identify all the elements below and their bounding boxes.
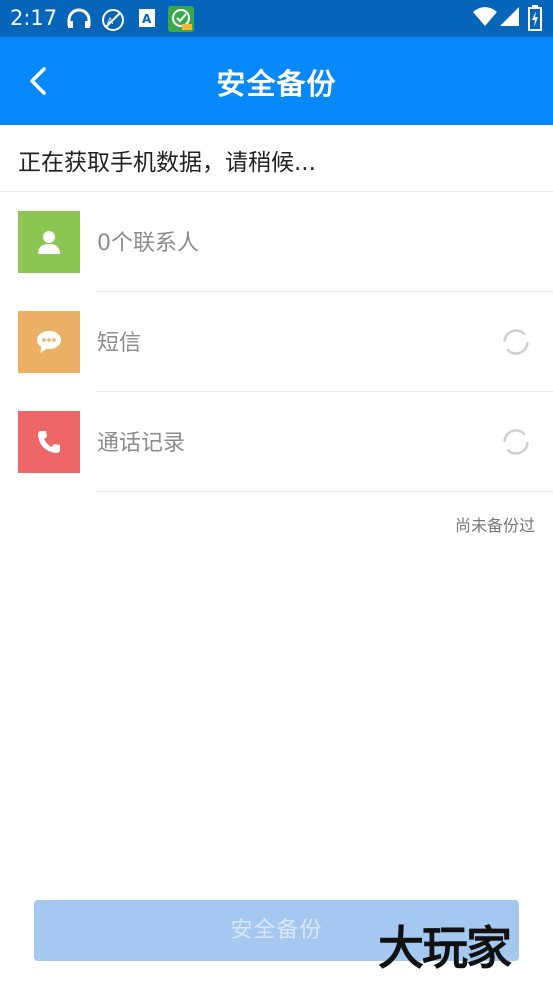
svg-text:A: A — [142, 12, 152, 26]
watermark-text: 大玩家 — [378, 921, 512, 975]
loading-message: 正在获取手机数据，请稍候... — [18, 150, 316, 176]
font-a-icon: A — [139, 9, 155, 27]
contacts-tile — [18, 211, 80, 273]
phone-icon — [38, 431, 60, 453]
svg-text:A: A — [107, 17, 114, 27]
list-item-contacts[interactable]: 0个联系人 — [0, 192, 553, 292]
headset-icon — [67, 8, 91, 28]
page-title: 安全备份 — [216, 67, 337, 101]
sms-label: 短信 — [97, 331, 142, 356]
call-log-tile — [18, 411, 80, 473]
sms-tile — [18, 311, 80, 373]
list-item-call-log[interactable]: 通话记录 — [0, 392, 553, 492]
loading-spinner-icon — [503, 429, 529, 455]
app-badge-icon — [168, 6, 194, 32]
no-sync-icon: A — [102, 9, 124, 31]
contacts-label: 0个联系人 — [97, 231, 199, 256]
wifi-icon — [473, 7, 497, 26]
battery-charging-icon — [528, 5, 542, 31]
chat-bubble-icon — [37, 331, 61, 353]
list-item-sms[interactable]: 短信 — [0, 292, 553, 392]
person-icon — [38, 231, 60, 254]
signal-icon — [500, 7, 519, 26]
app-bar: 安全备份 — [0, 37, 553, 125]
loading-spinner-icon — [503, 329, 529, 355]
status-bar: 2:17 A A — [0, 0, 553, 37]
call-log-label: 通话记录 — [97, 431, 186, 456]
status-time: 2:17 — [10, 6, 58, 30]
backup-status: 尚未备份过 — [454, 516, 535, 535]
divider — [97, 491, 553, 492]
